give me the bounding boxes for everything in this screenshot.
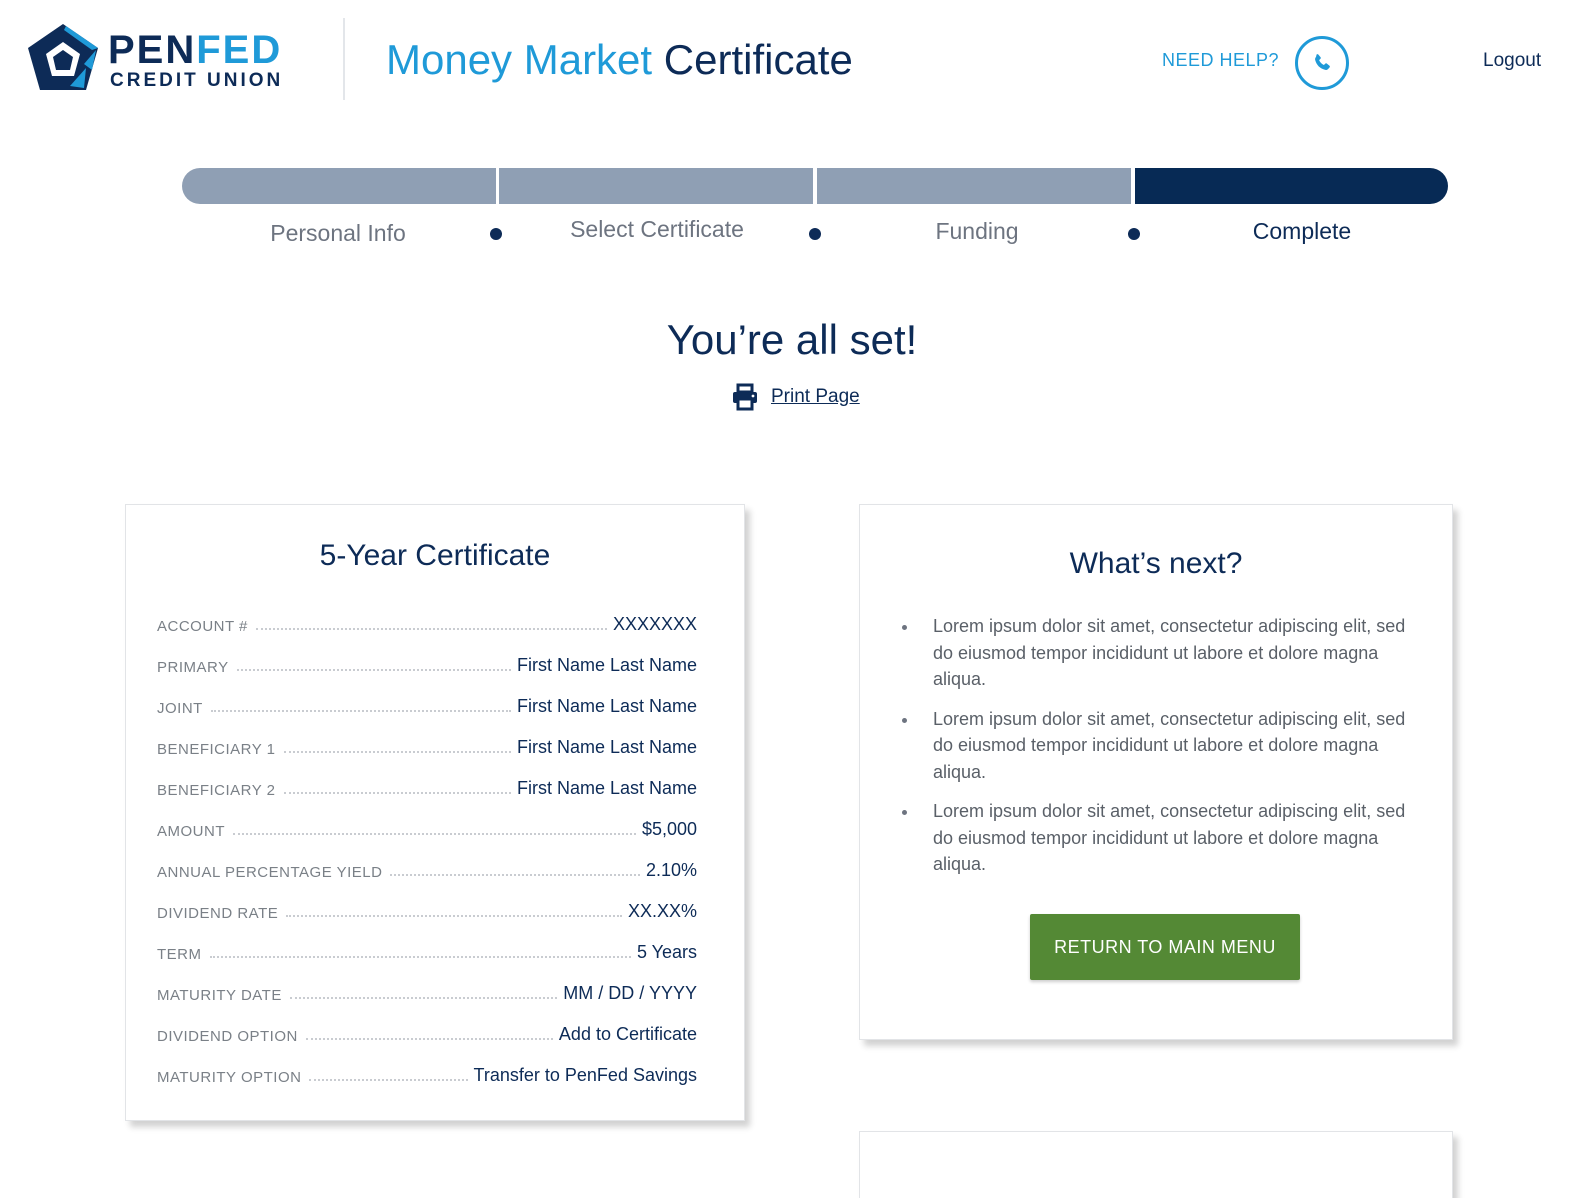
step-dot [1128,228,1140,240]
brand-subtitle: CREDIT UNION [110,70,284,91]
additional-card [859,1131,1453,1198]
print-page-link[interactable]: Print Page [731,381,860,413]
step-dot [809,228,821,240]
detail-row: DIVIDEND RATE XX.XX% [157,901,697,922]
header: PENFED CREDIT UNION Money Market Certifi… [0,0,1584,120]
progress-segment-select-certificate [499,168,813,204]
phone-button[interactable] [1295,36,1349,90]
whats-next-title: What’s next? [1069,547,1243,580]
progress-segment-complete [1135,168,1448,204]
penfed-logo[interactable]: PENFED CREDIT UNION [26,20,306,96]
detail-row: PRIMARY First Name Last Name [157,655,697,676]
detail-row: ACCOUNT # XXXXXXX [157,614,697,635]
whats-next-card: What’s next? Lorem ipsum dolor sit amet,… [859,504,1453,1040]
app-title: Money Market Certificate [386,36,853,83]
detail-row: AMOUNT $5,000 [157,819,697,840]
certificate-summary-card: 5-Year Certificate ACCOUNT # XXXXXXX PRIM… [125,504,745,1121]
progress-segment-funding [817,168,1131,204]
detail-row: MATURITY OPTION Transfer to PenFed Saving… [157,1065,697,1086]
step-label-select-certificate: Select Certificate [570,216,744,242]
step-label-complete: Complete [1252,218,1352,244]
bullet-icon [902,717,907,723]
return-to-main-menu-button[interactable]: RETURN TO MAIN MENU [1030,914,1300,980]
detail-row: BENEFICIARY 2 First Name Last Name [157,778,697,799]
printer-icon [733,383,757,411]
list-item: Lorem ipsum dolor sit amet, consectetur … [900,613,1410,693]
need-help-link[interactable]: NEED HELP? [1162,50,1279,71]
detail-row: TERM 5 Years [157,942,697,963]
detail-row: DIVIDEND OPTION Add to Certificate [157,1024,697,1045]
step-dot [490,228,502,240]
certificate-title: 5-Year Certificate [319,539,551,572]
bullet-icon [902,625,907,630]
detail-row: ANNUAL PERCENTAGE YIELD 2.10% [157,860,697,881]
page-title: You’re all set! [666,316,918,363]
progress-segment-personal-info [182,168,496,204]
print-page-label: Print Page [771,386,860,407]
list-item: Lorem ipsum dolor sit amet, consectetur … [900,706,1410,786]
list-item: Lorem ipsum dolor sit amet, consectetur … [900,798,1410,878]
header-divider [343,18,345,100]
step-label-personal-info: Personal Info [270,220,406,246]
step-label-funding: Funding [935,218,1019,244]
detail-row: BENEFICIARY 1 First Name Last Name [157,737,697,758]
detail-row: MATURITY DATE MM / DD / YYYY [157,983,697,1004]
logout-link[interactable]: Logout [1483,50,1541,72]
brand-name: PENFED [108,28,283,72]
whats-next-list: Lorem ipsum dolor sit amet, consectetur … [900,613,1410,891]
phone-icon [1315,54,1330,70]
pentagon-logo-icon [28,24,98,90]
detail-row: JOINT First Name Last Name [157,696,697,717]
progress-bar [182,168,1448,204]
bullet-icon [902,810,907,815]
